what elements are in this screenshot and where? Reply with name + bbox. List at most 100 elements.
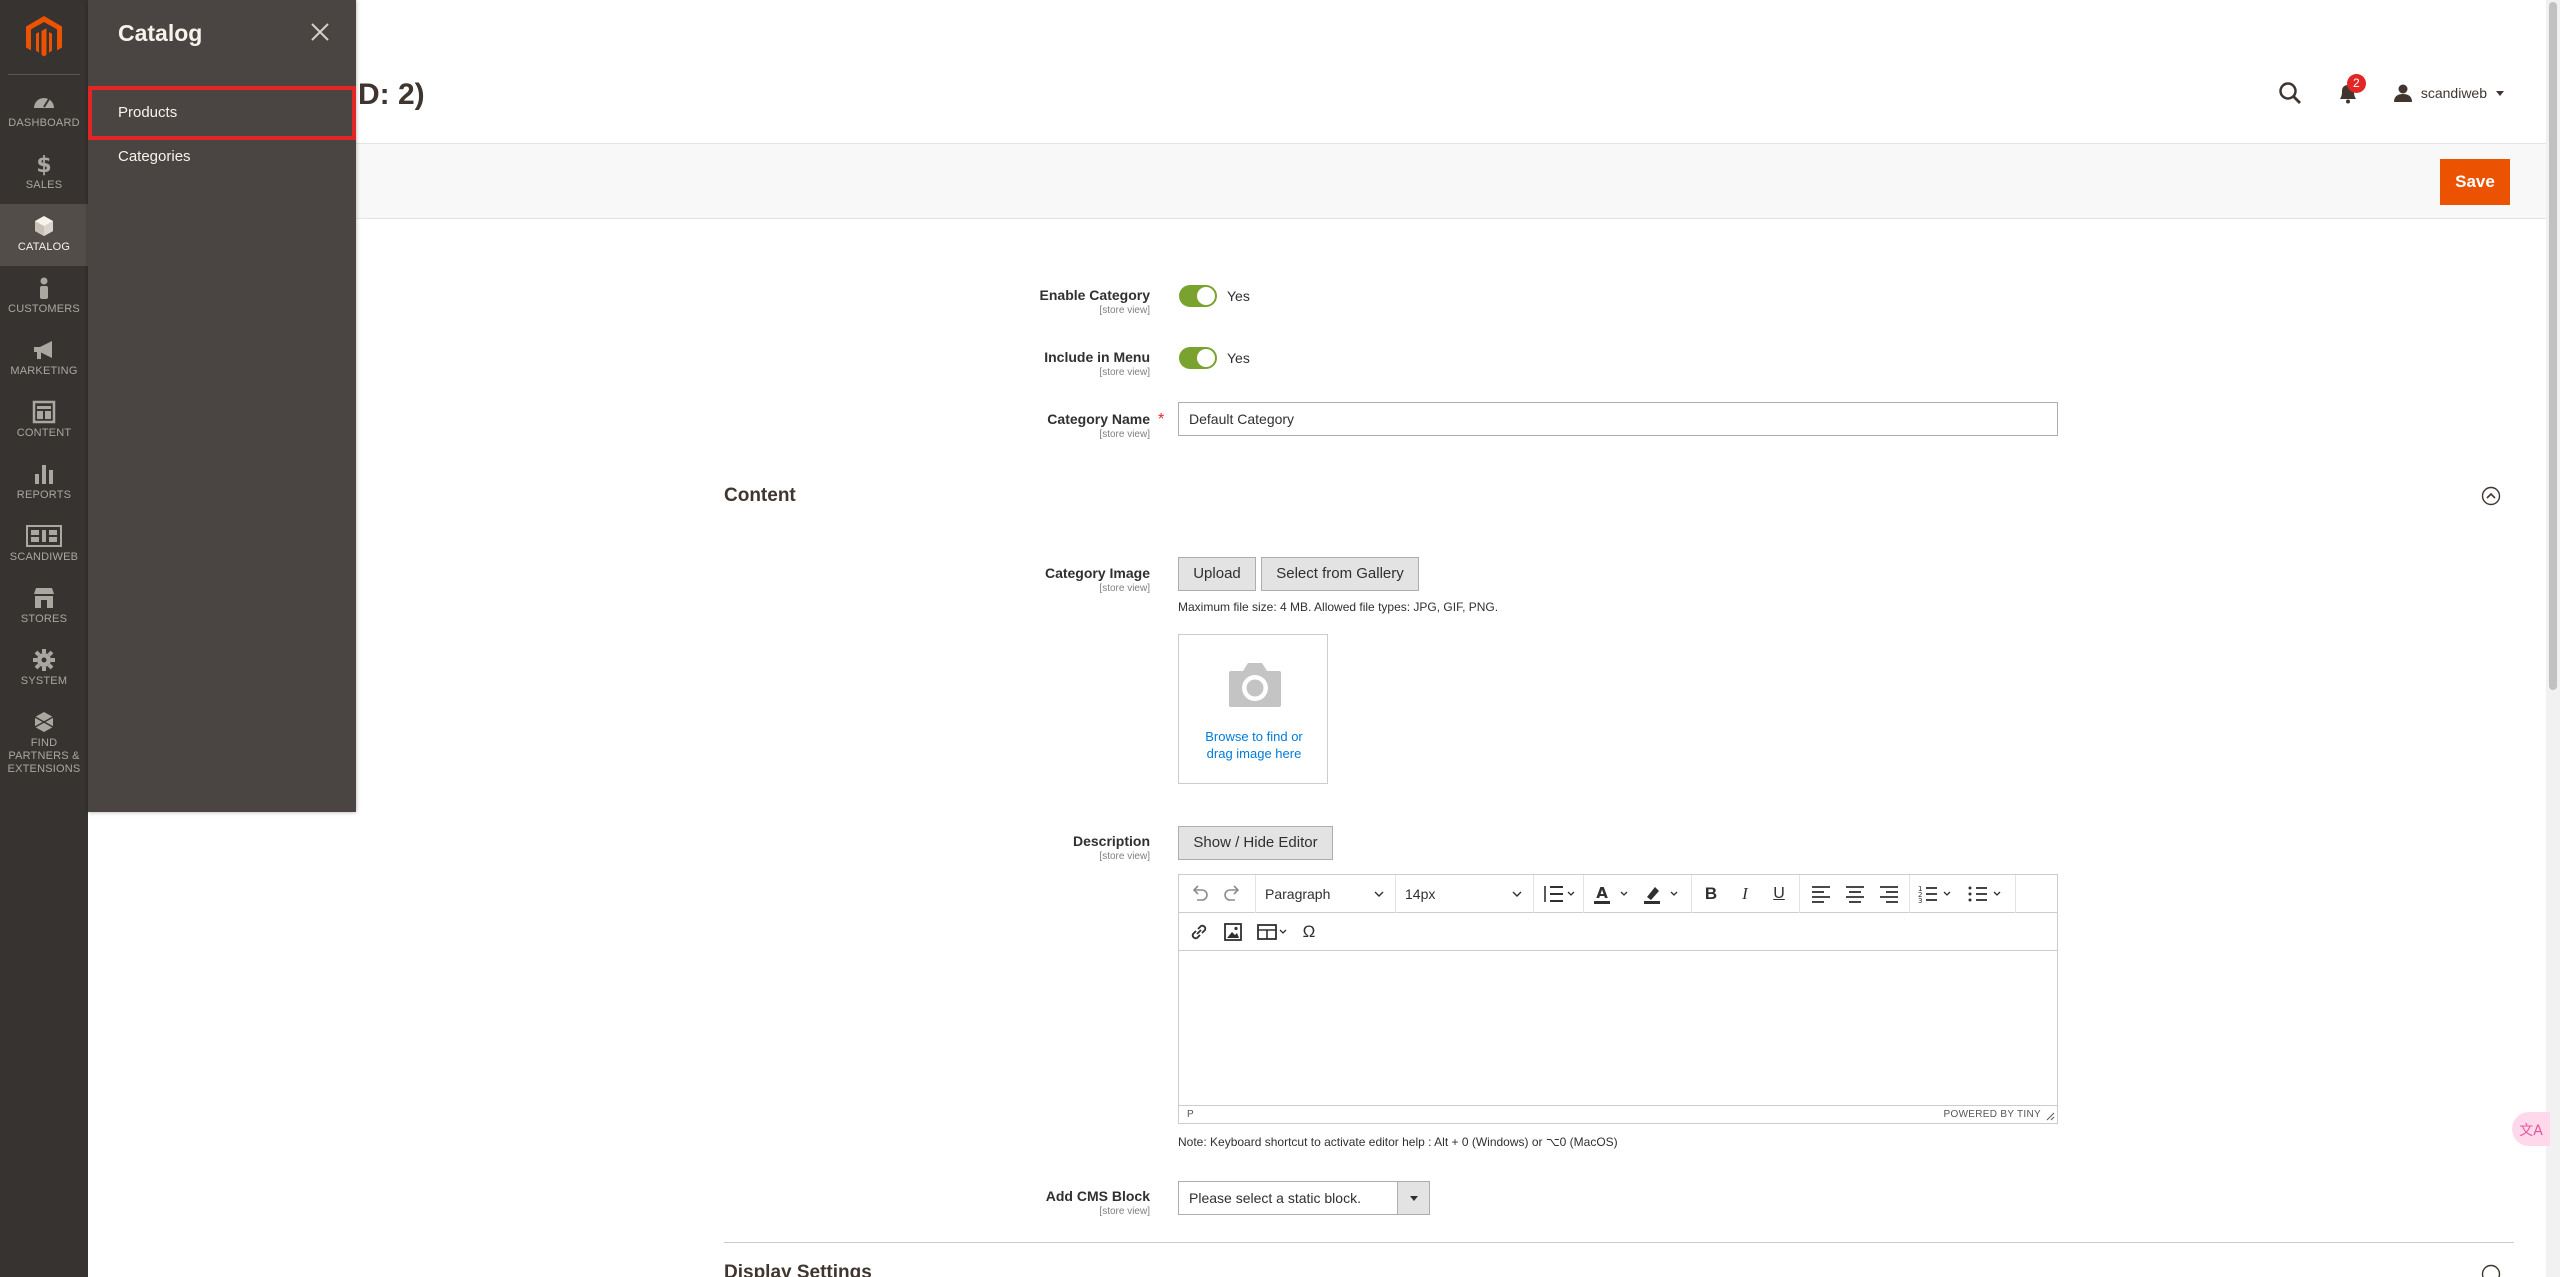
undo-icon[interactable] [1187, 882, 1211, 906]
upload-button[interactable]: Upload [1178, 557, 1256, 591]
save-button[interactable]: Save [2440, 159, 2510, 205]
notifications-count-badge: 2 [2346, 74, 2366, 93]
caret-down-icon [1410, 1196, 1418, 1201]
scope-label: [store view] [1099, 367, 1150, 378]
editor-shortcut-note: Note: Keyboard shortcut to activate edit… [1178, 1135, 1618, 1149]
editor-content-area[interactable] [1179, 952, 2057, 1105]
align-left-icon[interactable] [1807, 882, 1835, 906]
svg-text:文A: 文A [2519, 1123, 2543, 1139]
show-hide-editor-button[interactable]: Show / Hide Editor [1178, 826, 1333, 860]
notifications-button[interactable]: 2 [2335, 74, 2366, 106]
italic-button[interactable]: I [1731, 882, 1759, 906]
highlight-color-icon[interactable] [1641, 882, 1685, 906]
editor-element-path[interactable]: P [1187, 1109, 1194, 1120]
page-scrollbar[interactable] [2546, 0, 2560, 1277]
nav-item-customers[interactable]: CUSTOMERS [0, 266, 88, 328]
category-name-label: Category Name [store view] [830, 411, 1150, 440]
toolbar-separator [1395, 875, 1396, 913]
line-height-icon[interactable] [1541, 882, 1577, 906]
text-color-icon[interactable]: A [1591, 882, 1635, 906]
link-icon[interactable] [1187, 920, 1211, 944]
nav-item-content[interactable]: CONTENT [0, 390, 88, 452]
scope-label: [store view] [1099, 583, 1150, 594]
chevron-up-circle-icon[interactable] [2481, 486, 2501, 506]
nav-item-label: MARKETING [10, 365, 78, 377]
image-icon[interactable] [1221, 920, 1245, 944]
content-section-title[interactable]: Content [724, 485, 796, 507]
align-center-icon[interactable] [1841, 882, 1869, 906]
nav-item-label: CUSTOMERS [8, 303, 80, 315]
catalog-box-icon [35, 216, 53, 236]
cms-block-label: Add CMS Block [store view] [830, 1188, 1150, 1217]
scope-label: [store view] [1099, 851, 1150, 862]
nav-item-dashboard[interactable]: DASHBOARD [0, 80, 88, 142]
browse-line-1: Browse to find or [1205, 729, 1303, 744]
required-asterisk: * [1158, 411, 1165, 428]
dashboard-icon [34, 98, 54, 108]
special-character-button[interactable]: Ω [1297, 920, 1321, 944]
nav-item-catalog[interactable]: CATALOG [0, 204, 88, 266]
enable-category-label: Enable Category [store view] [830, 287, 1150, 316]
toolbar-separator [1909, 875, 1910, 913]
bold-button[interactable]: B [1697, 882, 1725, 906]
field-label-text: Enable Category [1039, 287, 1150, 303]
scope-label: [store view] [1099, 429, 1150, 440]
scope-label: [store view] [1099, 1206, 1150, 1217]
nav-item-label: STORES [20, 613, 68, 625]
nav-item-sales[interactable]: $ SALES [0, 142, 88, 204]
user-account-menu[interactable]: scandiweb [2393, 83, 2505, 103]
nav-item-label: CATALOG [17, 241, 71, 253]
chevron-down-icon [2496, 91, 2504, 96]
nav-item-label: SYSTEM [20, 675, 68, 687]
image-dropzone[interactable]: Browse to find or drag image here [1178, 634, 1328, 784]
nav-item-label: REPORTS [16, 489, 72, 501]
scope-label: [store view] [1099, 305, 1150, 316]
cms-block-select[interactable]: Please select a static block. [1178, 1181, 1430, 1215]
table-icon[interactable] [1255, 920, 1291, 944]
toolbar-separator [1255, 875, 1256, 913]
underline-button[interactable]: U [1765, 882, 1793, 906]
bar-chart-icon [35, 465, 53, 484]
toolbar-separator [1691, 875, 1692, 913]
gear-icon [33, 649, 55, 671]
translate-widget-button[interactable]: 文A [2512, 1112, 2550, 1146]
include-in-menu-toggle[interactable] [1179, 347, 1217, 369]
nav-item-system[interactable]: SYSTEM [0, 638, 88, 700]
toolbar-separator [2015, 875, 2016, 913]
page-title: D: 2) [358, 78, 425, 111]
nav-item-reports[interactable]: REPORTS [0, 452, 88, 514]
nav-item-stores[interactable]: STORES [0, 576, 88, 638]
editor-toolbar-row-1: Paragraph 14px A B I U 123 [1179, 875, 2057, 913]
nav-item-label: FIND PARTNERS & EXTENSIONS [7, 737, 81, 775]
align-right-icon[interactable] [1875, 882, 1903, 906]
bullet-list-icon[interactable] [1965, 882, 2009, 906]
enable-category-toggle[interactable] [1179, 285, 1217, 307]
nav-item-scandiweb[interactable]: SCANDIWEB [0, 514, 88, 576]
redo-icon[interactable] [1221, 882, 1245, 906]
font-size-select[interactable]: 14px [1405, 882, 1515, 906]
resize-handle-icon[interactable] [2045, 1111, 2055, 1121]
field-label-text: Include in Menu [1044, 349, 1150, 365]
powered-by-tiny-link[interactable]: POWERED BY TINY [1944, 1109, 2041, 1120]
field-label-text: Description [1072, 833, 1150, 849]
chevron-down-icon [1374, 891, 1384, 897]
display-settings-section-title[interactable]: Display Settings [724, 1262, 872, 1277]
chevron-down-circle-icon[interactable] [2481, 1264, 2501, 1277]
numbered-list-icon[interactable]: 123 [1915, 882, 1959, 906]
scrollbar-thumb[interactable] [2549, 2, 2557, 690]
nav-item-find-partners[interactable]: FIND PARTNERS & EXTENSIONS [0, 700, 88, 780]
chevron-down-icon [1512, 891, 1522, 897]
select-from-gallery-button[interactable]: Select from Gallery [1261, 557, 1419, 591]
nav-item-marketing[interactable]: MARKETING [0, 328, 88, 390]
category-name-input[interactable]: Default Category [1178, 402, 2058, 436]
close-icon[interactable] [308, 20, 332, 44]
browse-image-link[interactable]: Browse to find or drag image here [1179, 728, 1329, 762]
store-icon [34, 588, 54, 608]
category-image-label: Category Image [store view] [830, 565, 1150, 594]
magento-logo-icon[interactable] [26, 16, 62, 58]
search-icon[interactable] [2277, 80, 2303, 106]
description-label: Description [store view] [830, 833, 1150, 862]
block-format-select[interactable]: Paragraph [1265, 882, 1385, 906]
flyout-item-categories[interactable]: Categories [88, 130, 356, 184]
toolbar-separator [1533, 875, 1534, 913]
